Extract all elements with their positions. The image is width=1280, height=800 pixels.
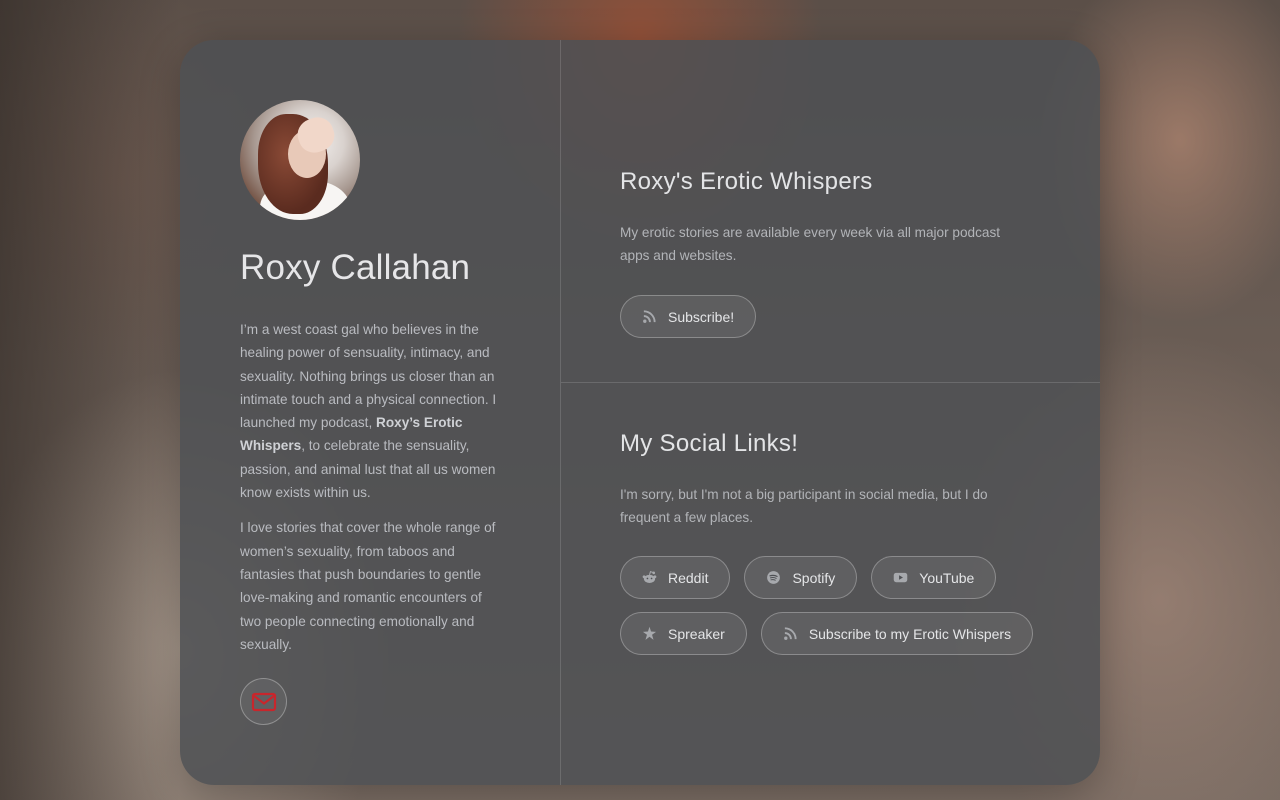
subscribe-erotic-whispers-label: Subscribe to my Erotic Whispers [808, 625, 1012, 642]
podcast-section: Roxy's Erotic Whispers My erotic stories… [561, 40, 1100, 383]
spotify-link[interactable]: Spotify [744, 556, 858, 599]
social-links: Reddit Spotify YouTube Spreaker Subscrib… [620, 556, 1060, 655]
profile-card: Roxy Callahan I’m a west coast gal who b… [180, 40, 1100, 785]
bio-paragraph-1: I’m a west coast gal who believes in the… [240, 322, 497, 501]
reddit-link-label: Reddit [668, 569, 709, 586]
youtube-icon [894, 572, 908, 583]
email-button[interactable] [240, 678, 287, 725]
profile-name: Roxy Callahan [240, 248, 471, 287]
bio-paragraph-2: I love stories that cover the whole rang… [240, 520, 496, 652]
spreaker-link-label: Spreaker [668, 625, 725, 642]
profile-bio: I’m a west coast gal who believes in the… [240, 318, 502, 656]
subscribe-button[interactable]: Subscribe! [620, 295, 757, 338]
youtube-link-label: YouTube [919, 569, 975, 586]
subscribe-erotic-whispers-link[interactable]: Subscribe to my Erotic Whispers [760, 612, 1034, 655]
rss-icon [783, 627, 797, 640]
reddit-icon [642, 571, 657, 583]
social-section: My Social Links! I'm sorry, but I'm not … [561, 383, 1100, 785]
rss-icon [643, 310, 656, 323]
mail-icon [251, 692, 276, 711]
spreaker-icon [642, 626, 657, 640]
avatar [240, 100, 360, 220]
spotify-icon [767, 571, 781, 584]
social-title: My Social Links! [620, 430, 799, 457]
background-shade [0, 0, 180, 800]
spreaker-link[interactable]: Spreaker [620, 612, 747, 655]
podcast-description: My erotic stories are available every we… [620, 225, 1001, 263]
links-panel: Roxy's Erotic Whispers My erotic stories… [561, 40, 1100, 785]
profile-panel: Roxy Callahan I’m a west coast gal who b… [180, 40, 561, 785]
reddit-link[interactable]: Reddit [620, 556, 731, 599]
subscribe-button-label: Subscribe! [668, 308, 735, 325]
youtube-link[interactable]: YouTube [871, 556, 997, 599]
social-description: I'm sorry, but I'm not a big participant… [620, 487, 988, 525]
spotify-link-label: Spotify [792, 569, 836, 586]
podcast-title: Roxy's Erotic Whispers [620, 168, 873, 195]
